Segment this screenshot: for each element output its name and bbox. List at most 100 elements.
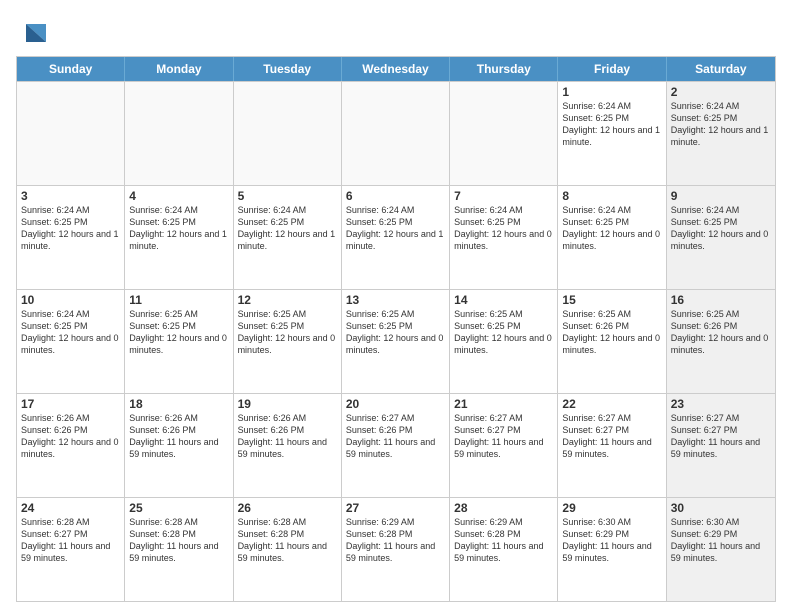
page: SundayMondayTuesdayWednesdayThursdayFrid… xyxy=(0,0,792,612)
calendar-cell-r1-c5: 8Sunrise: 6:24 AMSunset: 6:25 PMDaylight… xyxy=(558,186,666,289)
calendar-cell-r3-c4: 21Sunrise: 6:27 AMSunset: 6:27 PMDayligh… xyxy=(450,394,558,497)
day-number: 24 xyxy=(21,501,120,515)
day-number: 6 xyxy=(346,189,445,203)
calendar-cell-r4-c2: 26Sunrise: 6:28 AMSunset: 6:28 PMDayligh… xyxy=(234,498,342,601)
day-number: 15 xyxy=(562,293,661,307)
cell-info: Sunrise: 6:27 AMSunset: 6:26 PMDaylight:… xyxy=(346,412,445,461)
cell-info: Sunrise: 6:24 AMSunset: 6:25 PMDaylight:… xyxy=(238,204,337,253)
cell-info: Sunrise: 6:25 AMSunset: 6:25 PMDaylight:… xyxy=(346,308,445,357)
weekday-header-tuesday: Tuesday xyxy=(234,57,342,81)
cell-info: Sunrise: 6:26 AMSunset: 6:26 PMDaylight:… xyxy=(238,412,337,461)
day-number: 13 xyxy=(346,293,445,307)
day-number: 12 xyxy=(238,293,337,307)
cell-info: Sunrise: 6:24 AMSunset: 6:25 PMDaylight:… xyxy=(346,204,445,253)
weekday-header-thursday: Thursday xyxy=(450,57,558,81)
calendar-cell-r1-c2: 5Sunrise: 6:24 AMSunset: 6:25 PMDaylight… xyxy=(234,186,342,289)
cell-info: Sunrise: 6:29 AMSunset: 6:28 PMDaylight:… xyxy=(454,516,553,565)
cell-info: Sunrise: 6:25 AMSunset: 6:25 PMDaylight:… xyxy=(454,308,553,357)
day-number: 19 xyxy=(238,397,337,411)
cell-info: Sunrise: 6:30 AMSunset: 6:29 PMDaylight:… xyxy=(671,516,771,565)
day-number: 25 xyxy=(129,501,228,515)
calendar-cell-r1-c1: 4Sunrise: 6:24 AMSunset: 6:25 PMDaylight… xyxy=(125,186,233,289)
day-number: 5 xyxy=(238,189,337,203)
weekday-header-saturday: Saturday xyxy=(667,57,775,81)
calendar-cell-r3-c0: 17Sunrise: 6:26 AMSunset: 6:26 PMDayligh… xyxy=(17,394,125,497)
calendar: SundayMondayTuesdayWednesdayThursdayFrid… xyxy=(16,56,776,602)
calendar-cell-r3-c2: 19Sunrise: 6:26 AMSunset: 6:26 PMDayligh… xyxy=(234,394,342,497)
calendar-cell-r0-c1 xyxy=(125,82,233,185)
cell-info: Sunrise: 6:27 AMSunset: 6:27 PMDaylight:… xyxy=(562,412,661,461)
calendar-cell-r0-c4 xyxy=(450,82,558,185)
cell-info: Sunrise: 6:24 AMSunset: 6:25 PMDaylight:… xyxy=(21,308,120,357)
calendar-cell-r1-c4: 7Sunrise: 6:24 AMSunset: 6:25 PMDaylight… xyxy=(450,186,558,289)
cell-info: Sunrise: 6:29 AMSunset: 6:28 PMDaylight:… xyxy=(346,516,445,565)
cell-info: Sunrise: 6:27 AMSunset: 6:27 PMDaylight:… xyxy=(454,412,553,461)
cell-info: Sunrise: 6:25 AMSunset: 6:26 PMDaylight:… xyxy=(562,308,661,357)
header xyxy=(16,16,776,48)
calendar-cell-r0-c5: 1Sunrise: 6:24 AMSunset: 6:25 PMDaylight… xyxy=(558,82,666,185)
calendar-cell-r2-c6: 16Sunrise: 6:25 AMSunset: 6:26 PMDayligh… xyxy=(667,290,775,393)
cell-info: Sunrise: 6:25 AMSunset: 6:25 PMDaylight:… xyxy=(129,308,228,357)
day-number: 2 xyxy=(671,85,771,99)
day-number: 11 xyxy=(129,293,228,307)
day-number: 27 xyxy=(346,501,445,515)
weekday-header-wednesday: Wednesday xyxy=(342,57,450,81)
calendar-cell-r2-c1: 11Sunrise: 6:25 AMSunset: 6:25 PMDayligh… xyxy=(125,290,233,393)
calendar-row-4: 24Sunrise: 6:28 AMSunset: 6:27 PMDayligh… xyxy=(17,497,775,601)
calendar-cell-r4-c3: 27Sunrise: 6:29 AMSunset: 6:28 PMDayligh… xyxy=(342,498,450,601)
weekday-header-friday: Friday xyxy=(558,57,666,81)
cell-info: Sunrise: 6:25 AMSunset: 6:26 PMDaylight:… xyxy=(671,308,771,357)
calendar-row-3: 17Sunrise: 6:26 AMSunset: 6:26 PMDayligh… xyxy=(17,393,775,497)
calendar-body: 1Sunrise: 6:24 AMSunset: 6:25 PMDaylight… xyxy=(17,81,775,601)
cell-info: Sunrise: 6:24 AMSunset: 6:25 PMDaylight:… xyxy=(129,204,228,253)
cell-info: Sunrise: 6:26 AMSunset: 6:26 PMDaylight:… xyxy=(129,412,228,461)
calendar-cell-r4-c4: 28Sunrise: 6:29 AMSunset: 6:28 PMDayligh… xyxy=(450,498,558,601)
cell-info: Sunrise: 6:24 AMSunset: 6:25 PMDaylight:… xyxy=(21,204,120,253)
calendar-cell-r0-c0 xyxy=(17,82,125,185)
day-number: 16 xyxy=(671,293,771,307)
calendar-cell-r3-c1: 18Sunrise: 6:26 AMSunset: 6:26 PMDayligh… xyxy=(125,394,233,497)
cell-info: Sunrise: 6:25 AMSunset: 6:25 PMDaylight:… xyxy=(238,308,337,357)
day-number: 28 xyxy=(454,501,553,515)
calendar-cell-r2-c0: 10Sunrise: 6:24 AMSunset: 6:25 PMDayligh… xyxy=(17,290,125,393)
weekday-header-sunday: Sunday xyxy=(17,57,125,81)
cell-info: Sunrise: 6:26 AMSunset: 6:26 PMDaylight:… xyxy=(21,412,120,461)
calendar-cell-r1-c6: 9Sunrise: 6:24 AMSunset: 6:25 PMDaylight… xyxy=(667,186,775,289)
day-number: 18 xyxy=(129,397,228,411)
cell-info: Sunrise: 6:24 AMSunset: 6:25 PMDaylight:… xyxy=(562,100,661,149)
calendar-cell-r3-c6: 23Sunrise: 6:27 AMSunset: 6:27 PMDayligh… xyxy=(667,394,775,497)
calendar-cell-r4-c5: 29Sunrise: 6:30 AMSunset: 6:29 PMDayligh… xyxy=(558,498,666,601)
day-number: 22 xyxy=(562,397,661,411)
calendar-cell-r1-c3: 6Sunrise: 6:24 AMSunset: 6:25 PMDaylight… xyxy=(342,186,450,289)
cell-info: Sunrise: 6:28 AMSunset: 6:27 PMDaylight:… xyxy=(21,516,120,565)
calendar-cell-r2-c3: 13Sunrise: 6:25 AMSunset: 6:25 PMDayligh… xyxy=(342,290,450,393)
cell-info: Sunrise: 6:28 AMSunset: 6:28 PMDaylight:… xyxy=(129,516,228,565)
day-number: 7 xyxy=(454,189,553,203)
calendar-header: SundayMondayTuesdayWednesdayThursdayFrid… xyxy=(17,57,775,81)
calendar-cell-r2-c5: 15Sunrise: 6:25 AMSunset: 6:26 PMDayligh… xyxy=(558,290,666,393)
cell-info: Sunrise: 6:28 AMSunset: 6:28 PMDaylight:… xyxy=(238,516,337,565)
day-number: 14 xyxy=(454,293,553,307)
day-number: 8 xyxy=(562,189,661,203)
day-number: 4 xyxy=(129,189,228,203)
cell-info: Sunrise: 6:27 AMSunset: 6:27 PMDaylight:… xyxy=(671,412,771,461)
day-number: 17 xyxy=(21,397,120,411)
cell-info: Sunrise: 6:24 AMSunset: 6:25 PMDaylight:… xyxy=(671,204,771,253)
calendar-row-1: 3Sunrise: 6:24 AMSunset: 6:25 PMDaylight… xyxy=(17,185,775,289)
calendar-row-2: 10Sunrise: 6:24 AMSunset: 6:25 PMDayligh… xyxy=(17,289,775,393)
calendar-cell-r4-c0: 24Sunrise: 6:28 AMSunset: 6:27 PMDayligh… xyxy=(17,498,125,601)
day-number: 30 xyxy=(671,501,771,515)
day-number: 23 xyxy=(671,397,771,411)
day-number: 3 xyxy=(21,189,120,203)
logo xyxy=(16,20,46,48)
calendar-cell-r1-c0: 3Sunrise: 6:24 AMSunset: 6:25 PMDaylight… xyxy=(17,186,125,289)
weekday-header-monday: Monday xyxy=(125,57,233,81)
day-number: 20 xyxy=(346,397,445,411)
logo-icon xyxy=(18,20,46,48)
day-number: 10 xyxy=(21,293,120,307)
calendar-cell-r4-c1: 25Sunrise: 6:28 AMSunset: 6:28 PMDayligh… xyxy=(125,498,233,601)
calendar-cell-r2-c2: 12Sunrise: 6:25 AMSunset: 6:25 PMDayligh… xyxy=(234,290,342,393)
calendar-cell-r2-c4: 14Sunrise: 6:25 AMSunset: 6:25 PMDayligh… xyxy=(450,290,558,393)
calendar-cell-r0-c6: 2Sunrise: 6:24 AMSunset: 6:25 PMDaylight… xyxy=(667,82,775,185)
cell-info: Sunrise: 6:24 AMSunset: 6:25 PMDaylight:… xyxy=(671,100,771,149)
